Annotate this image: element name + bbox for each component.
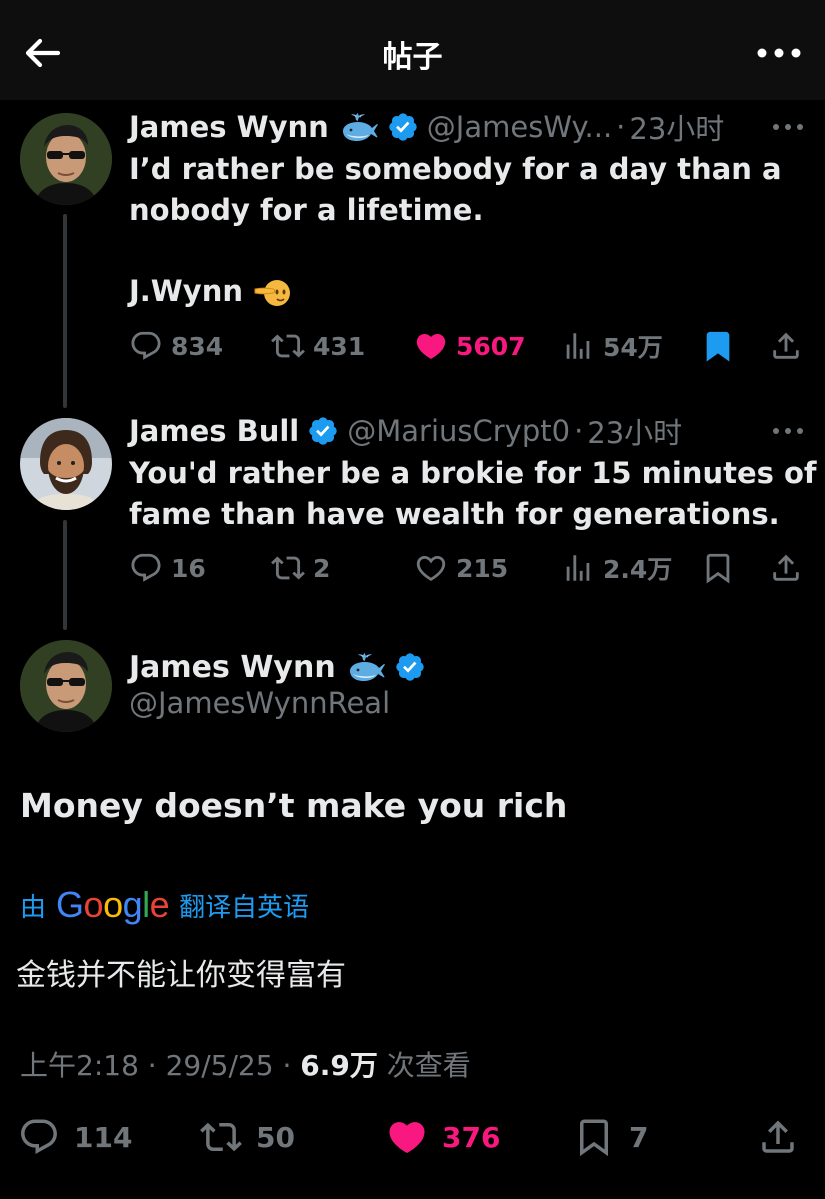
tweet-text: You'd rather be a brokie for 15 minutes … bbox=[129, 456, 817, 531]
verified-badge-icon bbox=[387, 111, 419, 143]
reply-button[interactable]: 114 bbox=[18, 1114, 132, 1160]
tweet-menu-icon[interactable] bbox=[771, 120, 805, 134]
salute-emoji-icon bbox=[253, 276, 293, 308]
reply-icon bbox=[18, 1116, 60, 1158]
handle[interactable]: @JamesWynnReal bbox=[129, 686, 390, 720]
verified-badge-icon bbox=[394, 651, 426, 683]
google-logo: Google bbox=[56, 884, 170, 925]
repost-button[interactable]: 431 bbox=[271, 326, 365, 366]
share-button[interactable] bbox=[757, 1114, 813, 1160]
avatar[interactable] bbox=[20, 113, 112, 205]
avatar[interactable] bbox=[20, 418, 112, 510]
page-title: 帖子 bbox=[382, 40, 443, 75]
analytics-icon bbox=[561, 329, 595, 363]
whale-emoji-icon bbox=[339, 111, 379, 143]
tweet-sign-off: J.Wynn bbox=[129, 271, 293, 312]
repost-icon bbox=[271, 551, 305, 585]
bookmark-button[interactable]: 7 bbox=[573, 1114, 648, 1160]
reply-icon bbox=[129, 329, 163, 363]
post-time[interactable]: 上午2:18 bbox=[20, 1049, 139, 1082]
heart-filled-icon bbox=[386, 1116, 428, 1158]
tweet-header: James Wynn @JamesWy... · 23小时 bbox=[129, 107, 724, 147]
post-date[interactable]: 29/5/25 bbox=[166, 1049, 274, 1082]
reply-icon bbox=[129, 551, 163, 585]
views-button[interactable]: 54万 bbox=[561, 326, 663, 366]
share-button[interactable] bbox=[769, 548, 811, 588]
translation-attribution[interactable]: 由 Google 翻译自英语 bbox=[20, 882, 309, 928]
views-label: 次查看 bbox=[386, 1049, 471, 1082]
repost-icon bbox=[271, 329, 305, 363]
translated-text: 金钱并不能让你变得富有 bbox=[16, 958, 346, 993]
heart-filled-icon bbox=[414, 329, 448, 363]
share-button[interactable] bbox=[769, 326, 811, 366]
bookmark-icon bbox=[701, 551, 735, 585]
top-bar: 帖子 bbox=[0, 0, 825, 100]
main-author: James Wynn bbox=[129, 646, 426, 688]
bookmark-icon bbox=[573, 1116, 615, 1158]
avatar[interactable] bbox=[20, 640, 112, 732]
like-button[interactable]: 215 bbox=[414, 548, 508, 588]
display-name[interactable]: James Wynn bbox=[129, 110, 329, 144]
repost-button[interactable]: 2 bbox=[271, 548, 330, 588]
view-count: 6.9万 bbox=[300, 1049, 378, 1082]
repost-button[interactable]: 50 bbox=[200, 1114, 295, 1160]
repost-icon bbox=[200, 1116, 242, 1158]
display-name[interactable]: James Wynn bbox=[129, 650, 336, 685]
main-tweet-text: Money doesn’t make you rich bbox=[20, 786, 568, 825]
verified-badge-icon bbox=[307, 415, 339, 447]
bookmark-button[interactable] bbox=[701, 326, 743, 366]
heart-icon bbox=[414, 551, 448, 585]
like-button[interactable]: 5607 bbox=[414, 326, 526, 366]
timestamp[interactable]: 23小时 bbox=[629, 106, 724, 148]
views-button[interactable]: 2.4万 bbox=[561, 548, 672, 588]
bookmark-button[interactable] bbox=[701, 548, 743, 588]
reply-button[interactable]: 16 bbox=[129, 548, 206, 588]
tweet-menu-icon[interactable] bbox=[771, 424, 805, 438]
thread-line bbox=[63, 520, 67, 630]
thread-line bbox=[63, 214, 67, 408]
analytics-icon bbox=[561, 551, 595, 585]
tweet-meta: 上午2:18 · 29/5/25 · 6.9万 次查看 bbox=[20, 1049, 471, 1082]
share-icon bbox=[769, 551, 803, 585]
handle[interactable]: @JamesWy... bbox=[427, 110, 612, 144]
reply-button[interactable]: 834 bbox=[129, 326, 223, 366]
more-options-icon[interactable] bbox=[755, 38, 803, 68]
timestamp[interactable]: 23小时 bbox=[587, 410, 682, 452]
handle[interactable]: @MariusCrypt0 bbox=[347, 414, 570, 448]
whale-emoji-icon bbox=[346, 651, 386, 683]
tweet-text: I’d rather be somebody for a day than a … bbox=[129, 152, 782, 227]
tweet-header: James Bull @MariusCrypt0 · 23小时 bbox=[129, 411, 682, 451]
display-name[interactable]: James Bull bbox=[129, 414, 299, 448]
bookmark-filled-icon bbox=[701, 329, 735, 363]
share-icon bbox=[757, 1116, 799, 1158]
like-button[interactable]: 376 bbox=[386, 1114, 500, 1160]
share-icon bbox=[769, 329, 803, 363]
